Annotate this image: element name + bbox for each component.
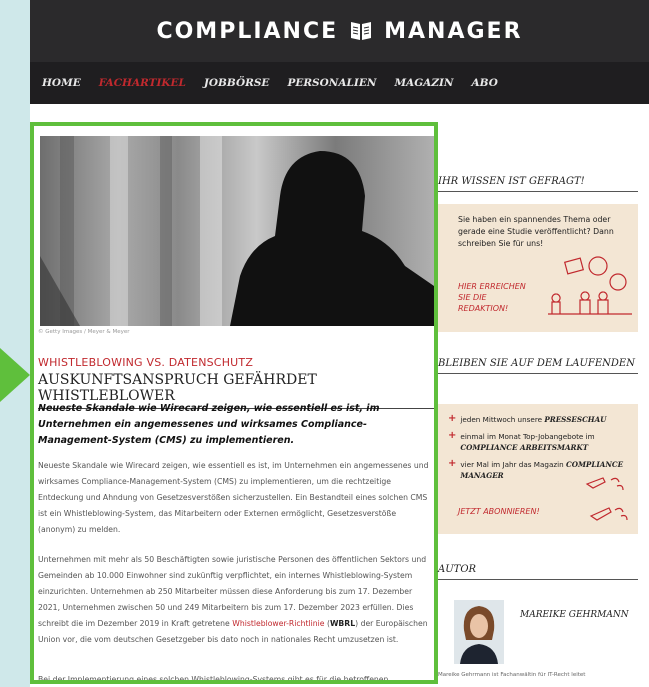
author-avatar[interactable] [454,600,504,664]
subscribe-item-text: vier Mal im Jahr das Magazin [460,460,566,469]
nav-personalien[interactable]: PERSONALIEN [287,77,376,89]
author-photo [454,600,504,664]
article-lead: Neueste Skandale wie Wirecard zeigen, wi… [38,403,380,446]
contribute-text: Sie haben ein spannendes Thema oder gera… [458,215,614,248]
subscribe-cta[interactable]: JETZT ABONNIEREN! [458,506,540,517]
plus-icon: + [448,458,457,469]
highlight-arrow [0,348,30,402]
cta-line-1: HIER ERREICHEN [458,282,526,291]
cta-line-3: REDAKTION! [458,304,509,313]
subscribe-item-text: jeden Mittwoch unsere [460,415,545,424]
author-name[interactable]: MAREIKE GEHRMANN [520,610,629,620]
people-sketch-icon [548,256,632,315]
contribute-box[interactable]: Sie haben ein spannendes Thema oder gera… [438,204,638,332]
contact-editorial-cta[interactable]: HIER ERREICHEN SIE DIE REDAKTION! [458,281,526,314]
wbrl-abbrev: WBRL [329,619,356,628]
article-highlight-frame: © Getty Images / Meyer & Meyer WHISTLEBL… [30,122,438,684]
subscribe-item: + jeden Mittwoch unsere PRESSESCHAU [448,414,628,425]
sidebar-heading-autor: AUTOR [438,564,638,580]
pointing-hand-sketch-icon [585,477,628,521]
whistleblower-richtlinie-link[interactable]: Whistleblower-Richtlinie [232,619,324,628]
nav-home[interactable]: HOME [42,77,81,89]
logo-left-text: COMPLIANCE [156,18,339,44]
logo-right-text: MANAGER [384,18,523,44]
article-hero-image [40,136,434,326]
author-bio: Mareike Gehrmann ist Fachanwältin für IT… [438,672,586,678]
cta-line-2: SIE DIE [458,293,487,302]
hooded-figure-image [40,136,434,326]
nav-jobboerse[interactable]: JOBBÖRSE [204,77,270,89]
nav-magazin[interactable]: MAGAZIN [394,77,453,89]
subscribe-item-bold: COMPLIANCE ARBEITSMARKT [460,443,589,452]
article-paragraph-3: Bei der Implementierung eines solchen Wh… [38,675,389,684]
paragraph-2-text-a: Unternehmen mit mehr als 50 Beschäftigte… [38,555,427,628]
logo-book-icon [351,22,372,40]
subscribe-item-bold: PRESSESCHAU [544,415,607,424]
image-credit: © Getty Images / Meyer & Meyer [38,329,130,335]
sidebar-heading-bleiben-sie: BLEIBEN SIE AUF DEM LAUFENDEN [438,358,638,374]
nav-abo[interactable]: ABO [472,77,498,89]
subscribe-item-text: einmal im Monat Top-Jobangebote im [460,432,595,441]
article-paragraph-2: Unternehmen mit mehr als 50 Beschäftigte… [38,552,432,648]
article-paragraph-1: Neueste Skandale wie Wirecard zeigen, wi… [38,461,429,534]
subscribe-box[interactable]: + jeden Mittwoch unsere PRESSESCHAU + einm… [438,404,638,534]
article-kicker: WHISTLEBLOWING VS. DATENSCHUTZ [38,356,254,369]
plus-icon: + [448,413,457,424]
sidebar-heading-ihr-wissen: IHR WISSEN IST GEFRAGT! [438,176,638,192]
main-navigation: HOME FACHARTIKEL JOBBÖRSE PERSONALIEN MA… [30,62,649,104]
site-logo[interactable]: COMPLIANCE MANAGER [156,18,522,44]
subscribe-item: + einmal im Monat Top-Jobangebote im COMP… [448,431,628,453]
masthead: COMPLIANCE MANAGER [30,0,649,62]
plus-icon: + [448,430,457,441]
nav-fachartikel[interactable]: FACHARTIKEL [99,77,186,89]
